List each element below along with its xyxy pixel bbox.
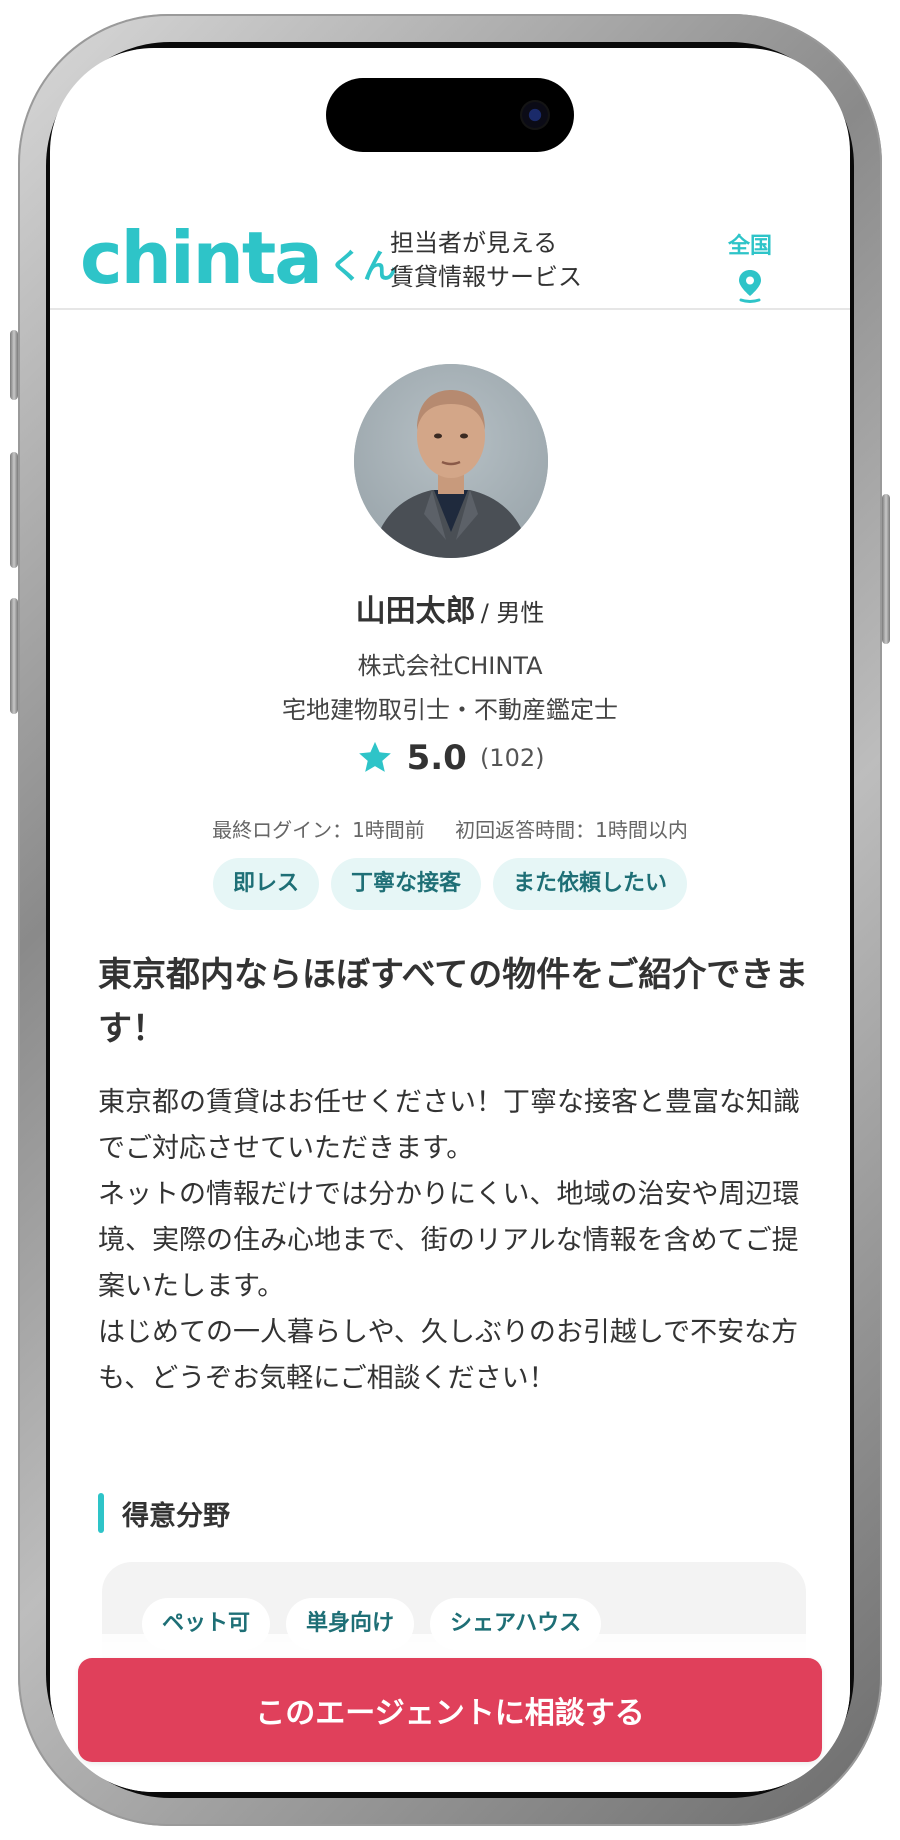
agent-gender: / 男性	[480, 599, 545, 627]
region-label: 全国	[727, 234, 772, 259]
region-selector[interactable]: 全国	[720, 228, 780, 304]
intro-paragraph: 東京都の賃貸はお任せください！丁寧な接客と豊富な知識でご対応させていただきます。	[98, 1087, 800, 1164]
tagline: 担当者が見える 賃貸情報サービス	[390, 226, 582, 294]
rating-row[interactable]: 5.0 (102)	[50, 738, 850, 778]
consult-agent-button[interactable]: このエージェントに相談する	[78, 1658, 822, 1762]
intro-paragraph: はじめての一人暮らしや、久しぶりのお引越しで不安な方も、どうぞお気軽にご相談くだ…	[98, 1317, 799, 1394]
camera-icon	[520, 100, 550, 130]
agent-license: 宅地建物取引士・不動産鑑定士	[282, 696, 618, 724]
agent-tags: 即レス 丁寧な接客 また依頼したい	[50, 858, 850, 910]
dynamic-island	[326, 78, 574, 152]
specialty-label: 得意分野	[122, 1500, 230, 1532]
agent-tag: また依頼したい	[493, 858, 688, 910]
intro-body: 東京都の賃貸はお任せください！丁寧な接客と豊富な知識でご対応させていただきます。…	[98, 1080, 810, 1402]
agent-name: 山田太郎	[355, 594, 476, 629]
agent-company: 株式会社CHINTA	[357, 652, 543, 680]
last-login: 最終ログイン：1時間前	[212, 818, 425, 842]
power-button	[882, 494, 890, 644]
chinta-logo[interactable]: chinta くん	[80, 222, 397, 294]
agent-tag: 即レス	[212, 858, 319, 910]
logo-wordmark: chinta	[80, 216, 323, 300]
agent-tag: 丁寧な接客	[330, 858, 481, 910]
volume-up-button	[10, 452, 18, 568]
logo-suffix: くん	[328, 247, 397, 287]
intro-headline: 東京都内ならほぼすべての物件をご紹介できます！	[98, 955, 809, 1049]
agent-avatar	[354, 364, 548, 558]
tagline-line1: 担当者が見える	[390, 229, 558, 257]
specialty-section-title: 得意分野	[98, 1493, 230, 1533]
section-accent-bar	[98, 1493, 104, 1533]
tagline-line2: 賃貸情報サービス	[390, 263, 582, 291]
volume-down-button	[10, 598, 18, 714]
first-response-time: 初回返答時間：1時間以内	[455, 818, 688, 842]
agent-name-line: 山田太郎 / 男性	[50, 586, 850, 630]
silent-switch	[10, 330, 18, 400]
star-icon	[358, 741, 391, 772]
app-header: chinta くん 担当者が見える 賃貸情報サービス 全国	[50, 194, 850, 310]
intro-paragraph: ネットの情報だけでは分かりにくい、地域の治安や周辺環境、実際の住み心地まで、街の…	[98, 1179, 800, 1302]
activity-info: 最終ログイン：1時間前 初回返答時間：1時間以内	[50, 814, 850, 843]
rating-value: 5.0	[406, 738, 467, 778]
map-pin-icon	[739, 270, 761, 303]
review-count: (102)	[479, 744, 545, 772]
screen: chinta くん 担当者が見える 賃貸情報サービス 全国 山田太郎 / 男性 …	[50, 48, 850, 1792]
